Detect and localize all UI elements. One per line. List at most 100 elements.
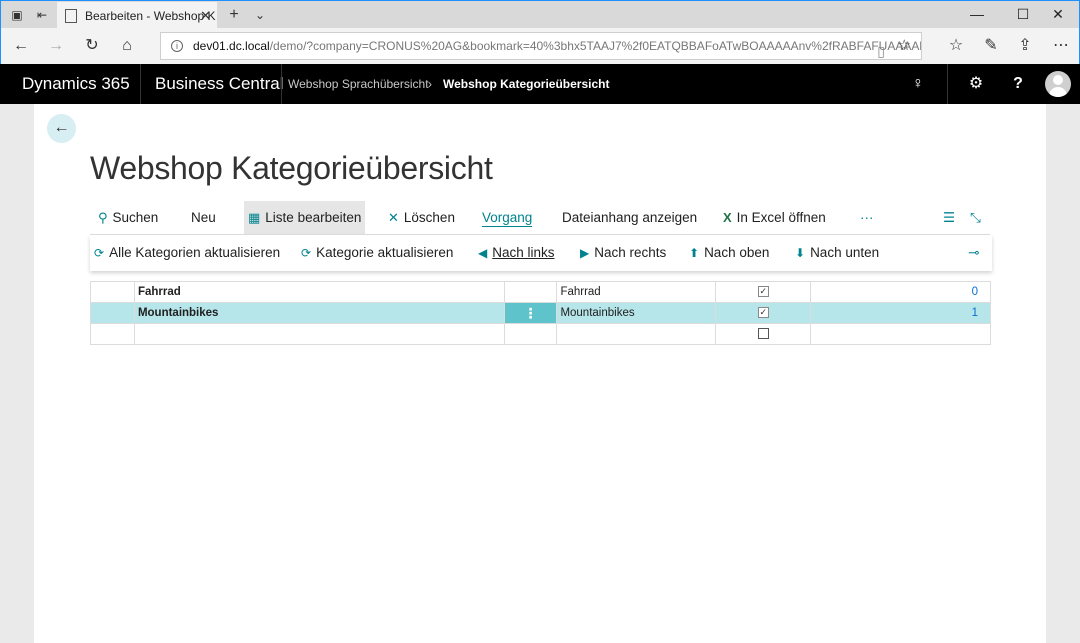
breadcrumb-current: Webshop Kategorieübersicht — [443, 77, 610, 91]
process-submenu: ⟳ Alle Kategorien aktualisieren ⟳ Kategori… — [90, 235, 992, 271]
edit-list-label: Liste bearbeiten — [265, 210, 362, 225]
back-arrow-icon: ← — [53, 119, 70, 136]
table-row[interactable]: Fahrrad Fahrrad ✓ 0 — [90, 281, 991, 303]
share-icon[interactable]: ⇪ — [1014, 35, 1036, 57]
row-selector-cell[interactable] — [90, 281, 135, 303]
browser-tab-bar: ▣ ⇤ Bearbeiten - Webshop K ✕ + ⌄ — ☐ ✕ — [0, 0, 1080, 29]
browser-tab[interactable]: Bearbeiten - Webshop K ✕ — [57, 2, 217, 29]
move-up-action[interactable]: ⬆ Nach oben — [689, 235, 769, 271]
address-bar-row: ← → ↻ ⌂ i dev01.dc.local/demo/?company=C… — [0, 28, 1080, 64]
avatar-head — [1053, 75, 1063, 85]
user-avatar[interactable] — [1045, 71, 1071, 97]
table-row[interactable]: Mountainbikes ⋮ Mountainbikes ✓ 1 — [90, 302, 991, 324]
list-view-icon[interactable]: ☰ — [943, 201, 955, 234]
more-options-icon[interactable]: ⋯ — [1050, 35, 1072, 57]
delete-label: Löschen — [403, 210, 455, 225]
tab-manager-icon[interactable]: ▣ — [9, 7, 25, 23]
active-checkbox-cell[interactable]: ✓ — [715, 281, 812, 303]
show-attachments-label: Dateianhang anzeigen — [562, 210, 698, 225]
process-label: Vorgang — [482, 210, 533, 227]
update-all-label: Alle Kategorien aktualisieren — [109, 245, 281, 260]
minimize-icon[interactable]: — — [954, 1, 1000, 29]
avatar-body — [1049, 87, 1067, 97]
back-button[interactable]: ← — [47, 114, 76, 143]
row-selector-cell[interactable] — [90, 323, 135, 345]
delete-x-icon: ✕ — [388, 210, 399, 225]
product-name[interactable]: Dynamics 365 — [22, 64, 130, 104]
reading-view-icon[interactable]: ▯ — [877, 38, 885, 59]
description-cell[interactable]: Fahrrad — [556, 281, 717, 303]
row-actions-cell[interactable] — [503, 281, 558, 303]
show-attachments-action[interactable]: Dateianhang anzeigen — [562, 201, 697, 234]
help-icon[interactable]: ? — [1008, 74, 1028, 94]
new-action[interactable]: Neu — [191, 201, 216, 234]
description-cell[interactable] — [556, 323, 717, 345]
row-selector-cell[interactable] — [90, 302, 135, 324]
triangle-right-icon: ▶ — [580, 246, 590, 260]
breadcrumb-parent[interactable]: Webshop Sprachübersicht — [288, 64, 429, 104]
row-actions-cell[interactable]: ⋮ — [503, 302, 558, 324]
move-left-label: Nach links — [492, 245, 555, 260]
count-cell[interactable]: 1 — [810, 302, 991, 324]
new-tab-icon[interactable]: + — [226, 7, 242, 23]
new-label: Neu — [191, 210, 216, 225]
move-right-action[interactable]: ▶ Nach rechts — [580, 235, 666, 271]
forward-arrow-icon[interactable]: → — [45, 35, 67, 57]
settings-gear-icon[interactable]: ⚙ — [966, 74, 986, 94]
delete-action[interactable]: ✕ Löschen — [388, 201, 455, 234]
category-name-cell[interactable]: Mountainbikes — [133, 302, 505, 324]
divider — [140, 64, 141, 104]
update-all-categories-action[interactable]: ⟳ Alle Kategorien aktualisieren — [94, 235, 280, 271]
app-name[interactable]: Business Central — [155, 64, 284, 104]
table-row[interactable] — [90, 323, 991, 345]
refresh-icon[interactable]: ↻ — [81, 35, 103, 57]
open-excel-action[interactable]: X In Excel öffnen — [723, 201, 826, 234]
process-tab[interactable]: Vorgang — [482, 201, 533, 234]
page-icon — [65, 8, 77, 23]
page-content: ← Webshop Kategorieübersicht ⚲ Suchen Neu… — [34, 104, 1046, 643]
description-cell[interactable]: Mountainbikes — [556, 302, 717, 324]
excel-icon: X — [723, 210, 732, 225]
search-label: Suchen — [112, 210, 159, 225]
move-left-action[interactable]: ◀ Nach links — [478, 235, 555, 271]
url-path: /demo/?company=CRONUS%20AG&bookmark=40%3… — [269, 39, 922, 53]
edit-list-action[interactable]: ▦ Liste bearbeiten — [244, 201, 366, 234]
update-category-action[interactable]: ⟳ Kategorie aktualisieren — [301, 235, 453, 271]
favorites-list-icon[interactable]: ☆ — [945, 35, 967, 57]
pin-icon[interactable]: ⊸ — [968, 235, 979, 271]
more-actions-label: ··· — [860, 210, 874, 225]
search-action[interactable]: ⚲ Suchen — [98, 201, 158, 234]
back-arrow-icon[interactable]: ← — [10, 35, 32, 57]
home-icon[interactable]: ⌂ — [116, 35, 138, 57]
divider — [947, 64, 948, 104]
count-cell[interactable]: 0 — [810, 281, 991, 303]
category-name-cell[interactable]: Fahrrad — [133, 281, 505, 303]
action-bar: ⚲ Suchen Neu ▦ Liste bearbeiten ✕ Löschen V… — [90, 201, 990, 235]
set-aside-tabs-icon[interactable]: ⇤ — [34, 7, 50, 23]
close-tab-icon[interactable]: ✕ — [200, 8, 211, 24]
favorite-star-icon[interactable]: ☆ — [898, 33, 911, 59]
lightbulb-icon[interactable]: ♀ — [908, 74, 928, 94]
category-grid: Fahrrad Fahrrad ✓ 0 Mountainbikes ⋮ Mountainbi… — [90, 281, 991, 345]
info-icon[interactable]: i — [171, 40, 183, 52]
search-icon: ⚲ — [98, 210, 108, 225]
more-actions-button[interactable]: ··· — [860, 201, 874, 234]
row-actions-cell[interactable] — [503, 323, 558, 345]
category-name-cell[interactable] — [133, 323, 505, 345]
pen-icon[interactable]: ✎ — [980, 35, 1002, 57]
close-window-icon[interactable]: ✕ — [1035, 1, 1080, 29]
url-field[interactable]: i dev01.dc.local/demo/?company=CRONUS%20… — [160, 32, 922, 60]
active-checkbox[interactable]: ✓ — [757, 307, 769, 319]
active-checkbox[interactable]: ✓ — [757, 286, 769, 298]
active-checkbox-cell[interactable]: ✓ — [715, 302, 812, 324]
move-down-label: Nach unten — [810, 245, 880, 260]
move-down-action[interactable]: ⬇ Nach unten — [795, 235, 879, 271]
active-checkbox-cell[interactable] — [715, 323, 812, 345]
arrow-down-icon: ⬇ — [795, 246, 806, 260]
count-cell[interactable] — [810, 323, 991, 345]
update-category-label: Kategorie aktualisieren — [316, 245, 454, 260]
active-checkbox[interactable] — [757, 328, 769, 340]
collapse-icon[interactable]: ⤡ — [970, 201, 981, 234]
arrow-up-icon: ⬆ — [689, 246, 700, 260]
chevron-down-icon[interactable]: ⌄ — [252, 7, 268, 23]
